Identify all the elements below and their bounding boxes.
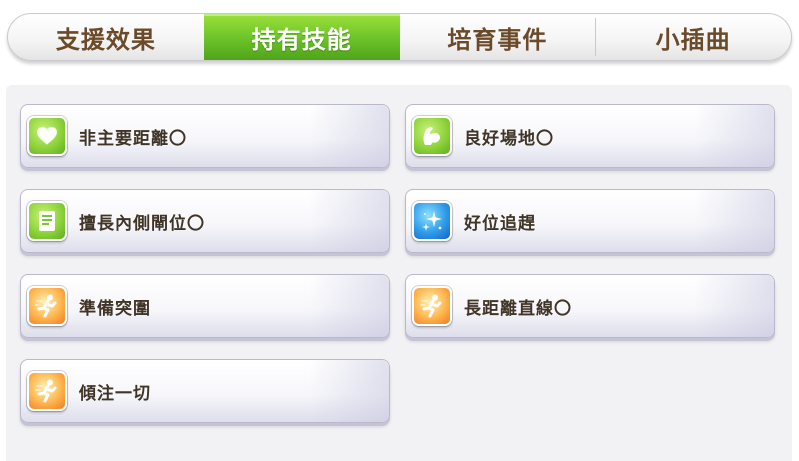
running-figure-icon (27, 371, 67, 411)
running-figure-icon (412, 286, 452, 326)
skill-name: 長距離直線〇 (464, 298, 572, 319)
skill-name: 準備突圍 (79, 298, 151, 319)
skill-card[interactable]: 傾注一切 (20, 359, 390, 423)
skill-name: 傾注一切 (79, 383, 151, 404)
skill-card[interactable]: 準備突圍 (20, 274, 390, 338)
skill-panel: 非主要距離〇 良好場地〇 擅長內側閘位〇 好位追趕 準備突圍 長距離直線〇 傾注… (6, 85, 792, 461)
skill-card[interactable]: 長距離直線〇 (405, 274, 775, 338)
skill-card[interactable]: 好位追趕 (405, 189, 775, 253)
book-icon (27, 201, 67, 241)
sparkle-icon (412, 201, 452, 241)
skill-name: 非主要距離〇 (79, 128, 187, 149)
skill-list: 非主要距離〇 良好場地〇 擅長內側閘位〇 好位追趕 準備突圍 長距離直線〇 傾注… (20, 104, 775, 423)
tab-training-events[interactable]: 培育事件 (400, 14, 596, 60)
skill-name: 良好場地〇 (464, 128, 554, 149)
tab-owned-skills[interactable]: 持有技能 (203, 14, 400, 60)
skill-name: 擅長內側閘位〇 (79, 213, 205, 234)
skill-name: 好位追趕 (464, 213, 536, 234)
skill-card[interactable]: 良好場地〇 (405, 104, 775, 168)
skill-card[interactable]: 擅長內側閘位〇 (20, 189, 390, 253)
running-figure-icon (27, 286, 67, 326)
skill-card[interactable]: 非主要距離〇 (20, 104, 390, 168)
heart-icon (27, 116, 67, 156)
tab-bar: 支援效果 持有技能 培育事件 小插曲 (7, 13, 792, 61)
flexed-arm-icon (412, 116, 452, 156)
tab-support-effect[interactable]: 支援效果 (8, 14, 204, 60)
tab-episodes[interactable]: 小插曲 (595, 14, 791, 60)
